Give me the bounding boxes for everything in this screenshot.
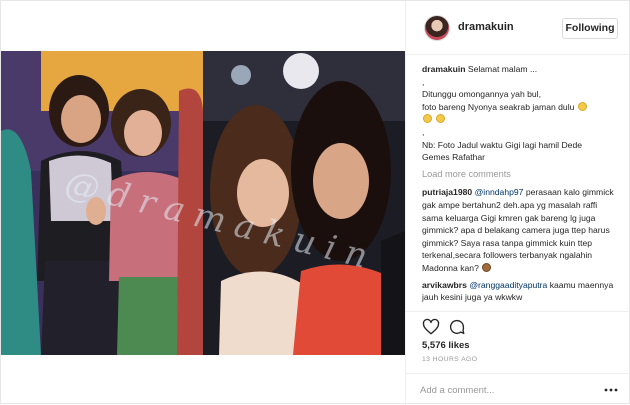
heart-icon[interactable] — [422, 318, 440, 336]
avatar[interactable] — [424, 15, 450, 41]
following-button[interactable]: Following — [562, 18, 618, 39]
caption: dramakuin Selamat malam ... , Ditunggu o… — [422, 63, 616, 164]
smile-emoji-icon — [423, 114, 432, 124]
comment-mention[interactable]: @ranggaadityaputra — [469, 280, 547, 290]
post-side-panel: dramakuin Following dramakuin Selamat ma… — [405, 1, 630, 405]
comments-list[interactable]: dramakuin Selamat malam ... , Ditunggu o… — [406, 55, 630, 311]
caption-line-2: , — [422, 76, 425, 87]
more-icon[interactable] — [604, 384, 618, 396]
comment-username[interactable]: putriaja1980 — [422, 187, 472, 197]
caption-line-8: Gemes Rafathar — [422, 152, 486, 163]
likes-count[interactable]: 5,576 likes — [422, 340, 470, 351]
add-comment-input[interactable] — [420, 381, 590, 399]
post-header: dramakuin Following — [406, 1, 630, 55]
comment-mention[interactable]: @inndahp97 — [475, 187, 524, 197]
comment: arvikawbrs @ranggaadityaputra kaamu maen… — [422, 279, 616, 304]
caption-username[interactable]: dramakuin — [422, 64, 465, 74]
caption-line-3: Ditunggu omongannya yah bul, — [422, 89, 541, 100]
post-photo[interactable]: @dramakuin — [1, 51, 405, 355]
post-actions: 5,576 likes 13 HOURS AGO — [406, 311, 630, 371]
caption-line-7: Nb: Foto Jadul waktu Gigi lagi hamil Ded… — [422, 139, 583, 150]
smile-emoji-icon — [577, 101, 587, 111]
add-comment-bar — [406, 373, 630, 405]
smile-emoji-icon — [436, 114, 446, 124]
comment-text: perasaan kalo gimmick gak ampe bertahun2… — [422, 187, 614, 273]
caption-line-1: Selamat malam ... — [467, 64, 538, 74]
load-more-comments-link[interactable]: Load more comments — [422, 168, 616, 181]
comment-username[interactable]: arvikawbrs — [422, 280, 467, 290]
caption-line-6: , — [422, 126, 425, 137]
instagram-post-window: @dramakuin dramakuin Following dramakuin… — [0, 0, 630, 405]
post-timestamp: 13 HOURS AGO — [422, 356, 478, 363]
comment-icon[interactable] — [448, 318, 466, 336]
comment: putriaja1980 @inndahp97 perasaan kalo gi… — [422, 186, 616, 274]
caption-line-4: foto bareng Nyonya seakrab jaman dulu — [422, 101, 575, 112]
monkey-emoji-icon — [482, 262, 492, 272]
username[interactable]: dramakuin — [458, 21, 514, 33]
